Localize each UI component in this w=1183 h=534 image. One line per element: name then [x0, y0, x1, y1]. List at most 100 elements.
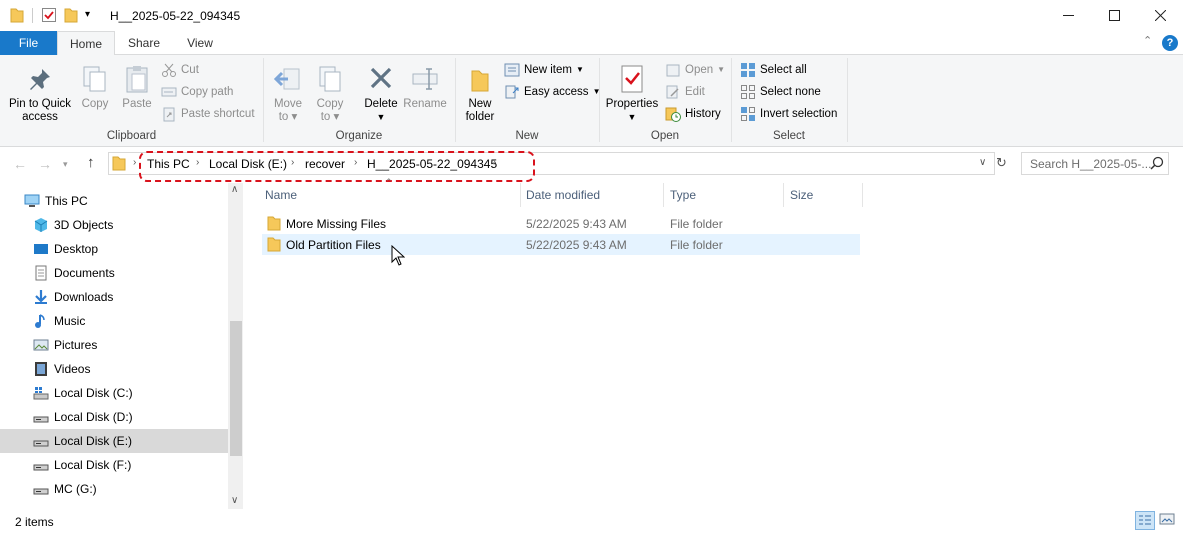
- invert-selection-button[interactable]: Invert selection: [740, 105, 837, 123]
- invert-selection-icon: [740, 106, 756, 122]
- sort-ascending-icon: ⌃: [385, 177, 393, 187]
- history-button[interactable]: History: [665, 105, 721, 123]
- column-divider[interactable]: [862, 183, 863, 207]
- breadcrumb-separator-icon[interactable]: ›: [133, 157, 136, 168]
- tab-view[interactable]: View: [174, 31, 226, 55]
- nav-item-downloads[interactable]: Downloads: [0, 285, 228, 309]
- maximize-button[interactable]: [1091, 0, 1137, 31]
- close-button[interactable]: [1137, 0, 1183, 31]
- properties-quick-icon[interactable]: [41, 7, 57, 26]
- downloads-icon: [33, 289, 49, 305]
- collapse-ribbon-icon[interactable]: ⌃: [1143, 34, 1152, 47]
- properties-label: Properties: [605, 98, 659, 110]
- videos-icon: [33, 361, 49, 377]
- nav-item-music[interactable]: Music: [0, 309, 228, 333]
- copy-to-label-1: Copy: [316, 98, 344, 110]
- nav-item-label: Pictures: [54, 338, 98, 352]
- open-icon: [665, 62, 681, 78]
- column-header-date-modified[interactable]: Date modified: [526, 188, 600, 202]
- scissors-icon: [161, 62, 177, 78]
- open-button[interactable]: Open ▼: [665, 61, 725, 79]
- paste-shortcut-button[interactable]: Paste shortcut: [161, 105, 255, 123]
- file-type: File folder: [670, 238, 723, 252]
- nav-item-label: Local Disk (F:): [54, 458, 132, 472]
- edit-button[interactable]: Edit: [665, 83, 705, 101]
- large-icons-view-button[interactable]: [1158, 511, 1178, 530]
- select-all-label: Select all: [760, 64, 807, 76]
- up-arrow-icon[interactable]: ↑: [87, 154, 95, 171]
- nav-item-mc-g[interactable]: MC (G:): [0, 477, 228, 501]
- move-to-button[interactable]: Move to ▾: [270, 63, 306, 124]
- copy-to-button[interactable]: Copy to ▾: [312, 63, 348, 124]
- details-view-button[interactable]: [1135, 511, 1155, 530]
- tab-home[interactable]: Home: [57, 31, 115, 56]
- move-to-label-2: to ▾: [278, 111, 298, 123]
- minimize-button[interactable]: [1045, 0, 1091, 31]
- properties-button[interactable]: Properties ▼: [604, 63, 660, 124]
- nav-item-this-pc[interactable]: This PC: [0, 189, 228, 213]
- nav-item-local-disk-d[interactable]: Local Disk (D:): [0, 405, 228, 429]
- nav-item-3d-objects[interactable]: 3D Objects: [0, 213, 228, 237]
- copy-button[interactable]: Copy: [78, 63, 112, 111]
- recent-locations-icon[interactable]: ▾: [63, 159, 68, 170]
- delete-dropdown-icon[interactable]: ▼: [360, 111, 402, 124]
- column-header-type[interactable]: Type: [670, 188, 696, 202]
- copy-path-button[interactable]: Copy path: [161, 83, 233, 101]
- back-arrow-icon[interactable]: ←: [13, 156, 27, 172]
- nav-item-local-disk-e[interactable]: Local Disk (E:): [0, 429, 228, 453]
- delete-button[interactable]: Delete ▼: [360, 63, 402, 124]
- rename-button[interactable]: Rename: [402, 63, 448, 111]
- file-name[interactable]: Old Partition Files: [286, 238, 381, 252]
- new-folder-quick-icon[interactable]: [64, 7, 78, 26]
- help-icon[interactable]: ?: [1162, 35, 1178, 51]
- delete-label: Delete: [364, 98, 398, 110]
- nav-item-videos[interactable]: Videos: [0, 357, 228, 381]
- new-item-button[interactable]: New item ▼: [504, 61, 584, 79]
- refresh-icon[interactable]: ↻: [996, 155, 1007, 171]
- file-row-more-missing-files[interactable]: More Missing Files 5/22/2025 9:43 AM Fil…: [262, 213, 860, 234]
- nav-item-label: Documents: [54, 266, 115, 280]
- new-folder-button[interactable]: New folder: [461, 63, 499, 124]
- nav-item-label: This PC: [45, 194, 88, 208]
- customize-quick-access-icon[interactable]: ▾: [85, 9, 90, 20]
- column-header-size[interactable]: Size: [790, 188, 813, 202]
- pin-to-quick-access-button[interactable]: Pin to Quick access: [6, 63, 74, 124]
- select-none-button[interactable]: Select none: [740, 83, 821, 101]
- nav-item-documents[interactable]: Documents: [0, 261, 228, 285]
- column-header-name[interactable]: Name: [265, 188, 297, 202]
- nav-pane-scrollbar-thumb[interactable]: [230, 321, 242, 456]
- easy-access-button[interactable]: Easy access ▼: [504, 83, 600, 101]
- nav-item-desktop[interactable]: Desktop: [0, 237, 228, 261]
- column-divider[interactable]: [663, 183, 664, 207]
- paste-button[interactable]: Paste: [118, 63, 156, 111]
- file-date-modified: 5/22/2025 9:43 AM: [526, 217, 627, 231]
- forward-arrow-icon[interactable]: →: [38, 156, 52, 172]
- column-divider[interactable]: [783, 183, 784, 207]
- new-group-label: New: [515, 130, 539, 142]
- pin-label-line1: Pin to Quick: [9, 98, 71, 110]
- scroll-down-icon[interactable]: ∨: [231, 495, 238, 506]
- folder-icon: [267, 236, 281, 255]
- search-icon: [1150, 156, 1164, 173]
- file-name[interactable]: More Missing Files: [286, 217, 386, 231]
- scroll-up-icon[interactable]: ∧: [231, 184, 238, 195]
- folder-icon: [10, 7, 24, 26]
- column-divider[interactable]: [520, 183, 521, 207]
- cut-button[interactable]: Cut: [161, 61, 199, 79]
- music-icon: [33, 313, 49, 329]
- nav-item-local-disk-f[interactable]: Local Disk (F:): [0, 453, 228, 477]
- tab-file[interactable]: File: [0, 31, 57, 55]
- move-to-label-1: Move: [273, 98, 303, 110]
- address-dropdown-icon[interactable]: ∨: [979, 157, 986, 168]
- file-row-old-partition-files[interactable]: Old Partition Files 5/22/2025 9:43 AM Fi…: [262, 234, 860, 255]
- nav-pane-clip: [0, 501, 228, 509]
- select-none-label: Select none: [760, 86, 821, 98]
- copy-label: Copy: [81, 98, 109, 110]
- nav-item-pictures[interactable]: Pictures: [0, 333, 228, 357]
- nav-item-local-disk-c[interactable]: Local Disk (C:): [0, 381, 228, 405]
- ribbon-tab-bar: File Home Share View ⌃ ?: [0, 31, 1183, 56]
- tab-share[interactable]: Share: [118, 31, 170, 55]
- select-all-button[interactable]: Select all: [740, 61, 807, 79]
- rename-icon: [409, 63, 441, 95]
- properties-dropdown-icon[interactable]: ▼: [604, 111, 660, 124]
